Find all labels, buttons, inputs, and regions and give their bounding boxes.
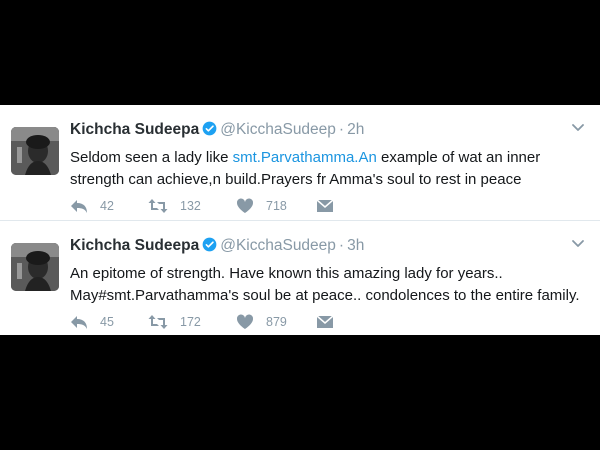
tweet-feed: Kichcha Sudeepa @KicchaSudeep · 2h Seldom s… — [0, 105, 600, 335]
retweet-button[interactable]: 132 — [148, 198, 201, 214]
tweet-text: Seldom seen a lady like smt.Parvathamma.… — [70, 147, 590, 191]
handle[interactable]: @KicchaSudeep — [220, 237, 336, 254]
timestamp[interactable]: 3h — [347, 237, 364, 254]
heart-icon — [236, 198, 254, 213]
like-count: 879 — [266, 315, 287, 329]
like-button[interactable]: 879 — [236, 314, 287, 330]
chevron-down-icon[interactable] — [570, 235, 586, 251]
chevron-down-icon[interactable] — [570, 119, 586, 135]
avatar[interactable] — [11, 243, 59, 291]
reply-icon — [71, 316, 87, 329]
reply-count: 45 — [100, 315, 114, 329]
envelope-icon — [316, 315, 334, 328]
timestamp[interactable]: 2h — [347, 121, 364, 138]
like-count: 718 — [266, 199, 287, 213]
reply-icon — [71, 200, 87, 213]
tweet[interactable]: Kichcha Sudeepa @KicchaSudeep · 3h An epito… — [0, 220, 600, 336]
direct-message-button[interactable] — [316, 314, 346, 330]
avatar[interactable] — [11, 127, 59, 175]
retweet-icon — [148, 315, 168, 329]
tweet-link[interactable]: smt.Parvathamma.An — [233, 149, 377, 166]
handle[interactable]: @KicchaSudeep — [220, 121, 336, 138]
reply-button[interactable]: 45 — [70, 314, 114, 330]
display-name[interactable]: Kichcha Sudeepa — [70, 121, 199, 138]
tweet-text: An epitome of strength. Have known this … — [70, 265, 580, 304]
retweet-count: 172 — [180, 315, 201, 329]
display-name[interactable]: Kichcha Sudeepa — [70, 237, 199, 254]
separator-dot: · — [338, 237, 345, 254]
reply-button[interactable]: 42 — [70, 198, 114, 214]
retweet-count: 132 — [180, 199, 201, 213]
verified-badge-icon — [202, 237, 217, 257]
separator-dot: · — [338, 121, 345, 138]
retweet-icon — [148, 199, 168, 213]
direct-message-button[interactable] — [316, 198, 346, 214]
tweet-header: Kichcha Sudeepa @KicchaSudeep · 2h — [70, 121, 364, 141]
tweet[interactable]: Kichcha Sudeepa @KicchaSudeep · 2h Seldom s… — [0, 105, 600, 220]
tweet-header: Kichcha Sudeepa @KicchaSudeep · 3h — [70, 237, 364, 257]
tweet-text-part: Seldom seen a lady like — [70, 149, 233, 166]
reply-count: 42 — [100, 199, 114, 213]
retweet-button[interactable]: 172 — [148, 314, 201, 330]
envelope-icon — [316, 199, 334, 212]
heart-icon — [236, 314, 254, 329]
verified-badge-icon — [202, 121, 217, 141]
like-button[interactable]: 718 — [236, 198, 287, 214]
